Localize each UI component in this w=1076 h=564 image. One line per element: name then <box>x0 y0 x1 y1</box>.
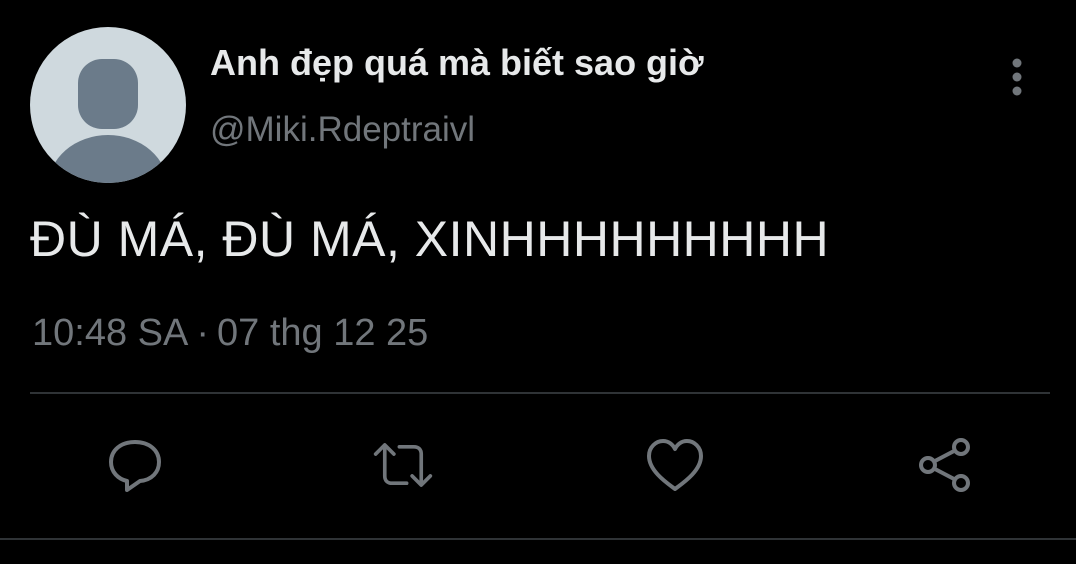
display-name[interactable]: Anh đẹp quá mà biết sao giờ <box>210 42 704 84</box>
retweet-button[interactable] <box>372 434 434 496</box>
tweet-time: 10:48 SA <box>32 312 189 354</box>
like-button[interactable] <box>644 434 706 496</box>
timestamp-separator: · <box>196 312 209 354</box>
avatar[interactable] <box>30 27 186 183</box>
tweet-detail: Anh đẹp quá mà biết sao giờ @Miki.Rdeptr… <box>0 0 1076 564</box>
default-avatar-icon <box>48 59 168 183</box>
user-handle[interactable]: @Miki.Rdeptraivl <box>210 110 475 150</box>
divider <box>0 538 1076 540</box>
heart-icon <box>647 439 703 491</box>
reply-icon <box>109 440 161 492</box>
divider <box>30 392 1050 394</box>
share-button[interactable] <box>914 434 976 496</box>
tweet-timestamp: 10:48 SA · 07 thg 12 25 <box>32 312 428 355</box>
tweet-date[interactable]: 07 thg 12 25 <box>217 312 428 354</box>
more-options-button[interactable] <box>996 54 1038 100</box>
share-icon <box>919 438 970 492</box>
reply-button[interactable] <box>104 434 166 496</box>
tweet-text: ĐÙ MÁ, ĐÙ MÁ, XINHHHHHHHHH <box>30 211 830 267</box>
retweet-icon <box>373 443 433 487</box>
more-vertical-icon <box>1012 58 1022 96</box>
